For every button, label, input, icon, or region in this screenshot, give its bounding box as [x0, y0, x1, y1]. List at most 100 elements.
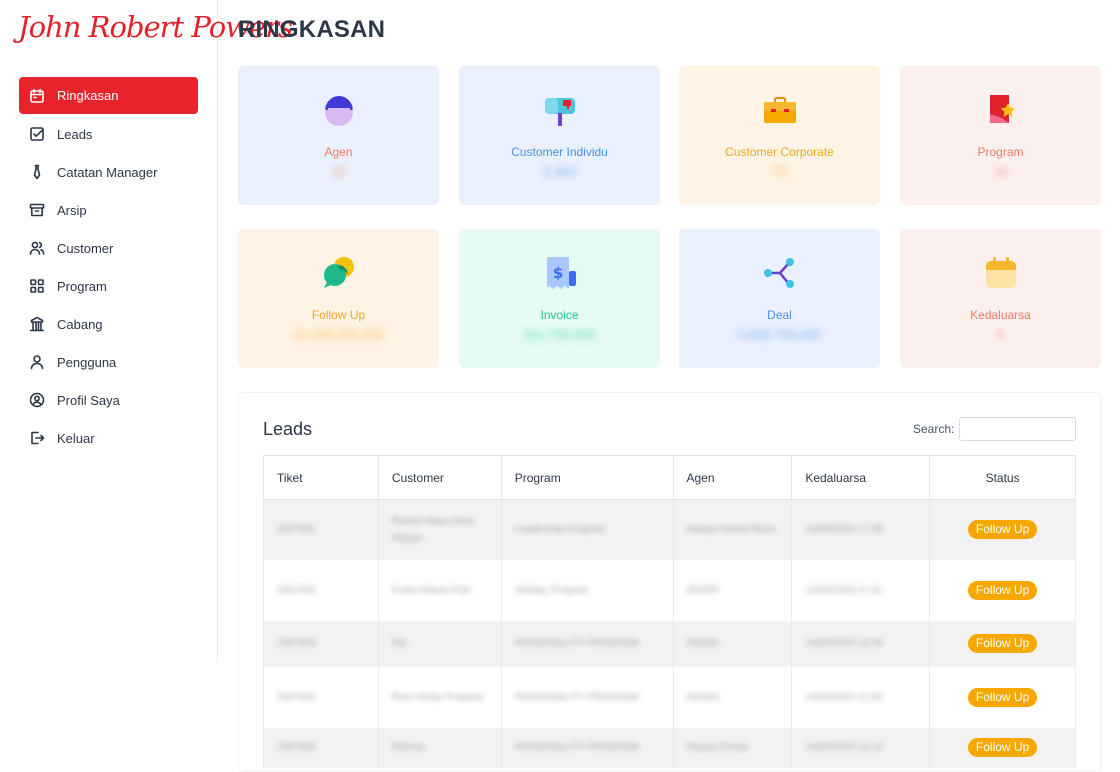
agent-avatar-icon [238, 92, 439, 128]
card-value: 3.958.705.000 [737, 327, 822, 342]
status-badge[interactable]: Follow Up [967, 520, 1038, 540]
share-nodes-icon [679, 255, 880, 291]
card-label: Program [977, 145, 1024, 159]
sidebar-item-program[interactable]: Program [19, 267, 198, 305]
cell-program: PERSONALITY PROGRAM [514, 742, 639, 753]
summary-card-deal[interactable]: Deal 3.958.705.000 [679, 229, 880, 368]
sidebar-item-label: Keluar [57, 430, 95, 446]
cell-customer: Rahma [391, 742, 425, 753]
calendar-icon [28, 87, 46, 105]
column-header-tiket[interactable]: Tiket [263, 455, 379, 500]
card-value: 15 [331, 164, 346, 179]
column-header-program[interactable]: Program [500, 455, 674, 500]
status-badge[interactable]: Follow Up [967, 738, 1038, 757]
column-header-customer[interactable]: Customer [377, 455, 502, 500]
flag-star-icon [900, 92, 1101, 128]
page-title: RINGKASAN [238, 16, 386, 43]
summary-card-customer-corporate[interactable]: Customer Corporate 79 [679, 66, 880, 205]
cell-agen: Nadya Pertiwi [686, 742, 749, 753]
cell-kedaluarsa: 14/04/2023 10:10 [805, 742, 884, 753]
cell-tiket: 2307002 [277, 584, 316, 596]
sidebar: John Robert Powers Ringkasan Leads Catat… [0, 0, 293, 662]
sidebar-item-leads[interactable]: Leads [19, 115, 198, 153]
sidebar-item-arsip[interactable]: Arsip [19, 191, 198, 229]
sidebar-item-catatan-manager[interactable]: Catatan Manager [19, 153, 198, 191]
cell-agen: Nadya Pertiwi Moyo [686, 524, 776, 536]
cell-program: Holiday Program [514, 584, 590, 596]
card-value: 311.750.000 [523, 327, 596, 342]
table-row[interactable]: 2307002 Fretty Afiana Putri Holiday Prog… [263, 559, 1076, 621]
leads-table: Tiket Customer Program Agen Kedaluarsa S… [263, 455, 1076, 768]
sidebar-item-label: Leads [57, 126, 93, 142]
sidebar-item-ringkasan[interactable]: Ringkasan [19, 77, 198, 114]
grid-icon [28, 277, 46, 295]
table-row[interactable]: 2307005 Rahma PERSONALITY PROGRAM Nadya … [263, 727, 1076, 768]
summary-card-customer-individu[interactable]: Customer Individu 2.403 [459, 66, 660, 205]
cell-program: PERSONALITY PROGRAM [514, 638, 639, 649]
status-badge[interactable]: Follow Up [967, 687, 1038, 707]
column-header-status[interactable]: Status [929, 455, 1076, 500]
cell-agen: ADMIN [686, 691, 719, 703]
receipt-icon: $ [459, 255, 660, 291]
summary-card-agen[interactable]: Agen 15 [238, 66, 439, 205]
summary-card-kedaluarsa[interactable]: Kedaluarsa 8 [900, 229, 1101, 368]
sidebar-item-keluar[interactable]: Keluar [19, 419, 198, 457]
status-badge[interactable]: Follow Up [967, 634, 1038, 653]
cell-customer: Reno Rizky Pratama [391, 691, 484, 703]
sidebar-item-label: Pengguna [57, 354, 117, 370]
cell-tiket: 2307003 [277, 638, 316, 649]
card-label: Follow Up [311, 308, 366, 322]
sidebar-item-label: Catatan Manager [57, 164, 158, 180]
checkbox-icon [28, 125, 46, 143]
card-label: Customer Individu [511, 145, 608, 159]
table-header-row: Tiket Customer Program Agen Kedaluarsa S… [263, 455, 1076, 500]
chat-bubbles-icon [238, 255, 439, 291]
sidebar-item-label: Arsip [57, 202, 87, 218]
cell-customer: Nia [391, 638, 407, 649]
search-input[interactable] [959, 417, 1076, 441]
card-label: Customer Corporate [725, 145, 834, 159]
column-header-agen[interactable]: Agen [672, 455, 793, 500]
cell-customer: Fretty Afiana Putri [391, 584, 472, 596]
table-row[interactable]: 2307003 Nia PERSONALITY PROGRAM ADMIN 14… [263, 620, 1076, 667]
cell-kedaluarsa: 14/04/2023 11:01 [805, 584, 883, 596]
status-badge[interactable]: Follow Up [967, 580, 1038, 600]
table-row[interactable]: 2307004 Reno Rizky Pratama PERSONALITY P… [263, 666, 1076, 728]
search-label: Search: [913, 422, 955, 436]
card-value: 79 [772, 164, 787, 179]
card-label: Agen [324, 145, 353, 159]
summary-card-invoice[interactable]: $ Invoice 311.750.000 [459, 229, 660, 368]
cell-kedaluarsa: 15/04/2023 17:36 [805, 524, 884, 536]
sidebar-item-pengguna[interactable]: Pengguna [19, 343, 198, 381]
card-value: 2.403 [543, 164, 576, 179]
card-label: Kedaluarsa [970, 308, 1031, 322]
logout-icon [28, 429, 46, 447]
card-label: Deal [767, 308, 792, 322]
tie-icon [28, 163, 46, 181]
sidebar-item-cabang[interactable]: Cabang [19, 305, 198, 343]
user-circle-icon [28, 391, 46, 409]
sidebar-item-customer[interactable]: Customer [19, 229, 198, 267]
cell-agen: ADMIN [686, 638, 719, 649]
table-row[interactable]: 2307001 Rachel Maya Dina Wijaya Leadersh… [263, 499, 1076, 560]
column-header-kedaluarsa[interactable]: Kedaluarsa [791, 455, 931, 500]
leads-title: Leads [263, 419, 313, 439]
sidebar-item-label: Ringkasan [57, 88, 119, 103]
leads-panel: Leads Search: Tiket Customer Program Age… [238, 392, 1101, 772]
summary-card-follow-up[interactable]: Follow Up 42.348.935.000 [238, 229, 439, 368]
card-label: Invoice [540, 308, 579, 322]
briefcase-icon [679, 92, 880, 128]
archive-icon [28, 201, 46, 219]
sidebar-item-profil-saya[interactable]: Profil Saya [19, 381, 198, 419]
cell-kedaluarsa: 14/04/2023 11:00 [805, 691, 883, 703]
cell-kedaluarsa: 14/04/2023 10:34 [805, 638, 884, 649]
sidebar-item-label: Profil Saya [57, 392, 120, 408]
user-icon [28, 353, 46, 371]
svg-text:$: $ [552, 264, 562, 282]
sidebar-nav: Ringkasan Leads Catatan Manager Arsip Cu… [19, 77, 198, 457]
card-value: 42.348.935.000 [293, 327, 384, 342]
cell-customer: Rachel Maya Dina Wijaya [391, 515, 474, 544]
summary-card-program[interactable]: Program 16 [900, 66, 1101, 205]
sidebar-item-label: Program [57, 278, 107, 294]
card-value: 8 [996, 327, 1005, 342]
